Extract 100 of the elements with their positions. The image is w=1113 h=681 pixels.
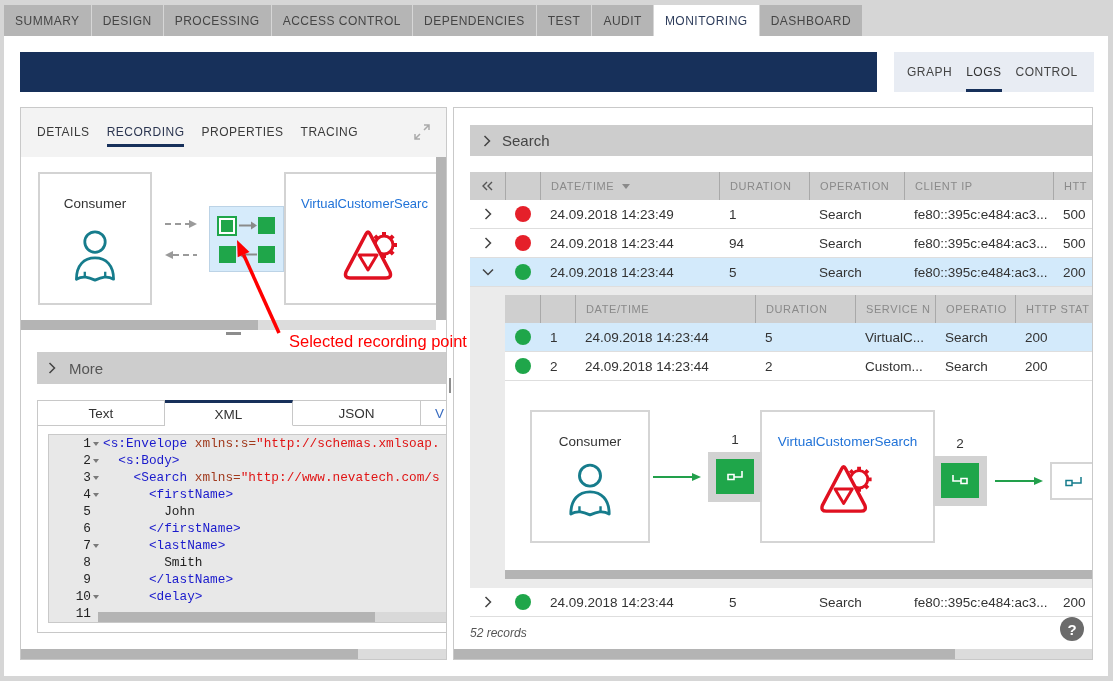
table-cell: 24.09.2018 14:23:44 xyxy=(585,329,709,345)
table-cell: 5 xyxy=(729,264,737,280)
scrollbar[interactable] xyxy=(436,157,446,320)
table-cell: 24.09.2018 14:23:44 xyxy=(550,235,674,251)
fold-arrow-icon[interactable] xyxy=(93,458,99,463)
table-row[interactable]: 24.09.2018 14:23:44 5 Search fe80::395c:e484:ac3... 200 xyxy=(470,258,1092,287)
table-cell: 500 xyxy=(1063,235,1086,251)
tab[interactable]: CONTROL xyxy=(1015,52,1078,92)
sort-arrow-icon[interactable] xyxy=(622,183,631,189)
fold-arrow-icon[interactable] xyxy=(93,594,99,599)
scrollbar-thumb[interactable] xyxy=(21,649,358,659)
tab[interactable]: GRAPH xyxy=(907,52,953,92)
tab[interactable]: ACCESS CONTROL xyxy=(271,5,412,36)
recording-point-icon[interactable] xyxy=(217,216,237,236)
tab[interactable]: DASHBOARD xyxy=(759,5,863,36)
tab[interactable]: DEPENDENCIES xyxy=(413,5,536,36)
scrollbar[interactable] xyxy=(21,649,446,659)
tab[interactable]: LOGS xyxy=(966,52,1002,92)
code-line: <delay> xyxy=(148,588,203,605)
tab[interactable]: RECORDING xyxy=(106,122,185,147)
fold-arrow-icon[interactable] xyxy=(93,543,99,548)
flow-arrow xyxy=(995,477,1043,485)
table-cell: 200 xyxy=(1063,594,1086,610)
table-row[interactable]: 2 24.09.2018 14:23:44 2 Custom... Search 200 xyxy=(505,352,1092,381)
tab[interactable]: SUMMARY xyxy=(4,5,91,36)
chevron-icon[interactable] xyxy=(483,237,492,249)
recording-point-icon[interactable] xyxy=(933,456,987,506)
tab[interactable]: PROPERTIES xyxy=(201,122,284,147)
help-button[interactable]: ? xyxy=(1060,617,1084,641)
chevron-icon[interactable] xyxy=(48,362,56,374)
tab[interactable]: TRACING xyxy=(300,122,359,147)
tab[interactable]: AUDIT xyxy=(592,5,653,36)
code-line: <Search xmlns="http://www.nevatech.com/s xyxy=(133,469,440,486)
annotation-label: Selected recording point xyxy=(289,331,467,351)
table-cell: 5 xyxy=(765,329,773,345)
code-line: <s:Body> xyxy=(118,452,180,469)
fold-arrow-icon[interactable] xyxy=(93,441,99,446)
tab[interactable]: XML xyxy=(165,400,293,426)
consumer-node[interactable]: Consumer xyxy=(530,410,650,543)
table-cell: Search xyxy=(945,358,988,374)
chevron-icon[interactable] xyxy=(483,596,492,608)
table-cell: fe80::395c:e484:ac3... xyxy=(914,594,1048,610)
scrollbar-thumb[interactable] xyxy=(21,320,258,330)
search-section-toggle[interactable]: Search xyxy=(470,125,1092,156)
splitter-handle[interactable] xyxy=(226,332,241,335)
tab[interactable]: MONITORING xyxy=(653,5,759,36)
node-title: VirtualCustomerSearc xyxy=(301,196,428,212)
scrollbar[interactable] xyxy=(505,570,1092,579)
table-cell: 1 xyxy=(729,206,737,222)
table-cell: Search xyxy=(819,235,862,251)
table-cell: Search xyxy=(945,329,988,345)
table-cell: 2 xyxy=(765,358,773,374)
more-section-toggle[interactable]: More xyxy=(37,352,446,384)
fold-arrow-icon[interactable] xyxy=(93,475,99,480)
tab[interactable]: Text xyxy=(37,400,165,426)
service-node[interactable]: VirtualCustomerSearc xyxy=(284,172,436,305)
table-row[interactable]: 1 24.09.2018 14:23:44 5 VirtualC... Search 200 xyxy=(505,323,1092,352)
line-number: 1 xyxy=(83,436,91,451)
table-cell: 94 xyxy=(729,235,745,251)
table-cell: 1 xyxy=(550,329,558,345)
tab[interactable]: DETAILS xyxy=(37,122,90,147)
scrollbar[interactable] xyxy=(21,320,436,330)
recording-point-icon[interactable] xyxy=(708,452,762,502)
table-cell: Search xyxy=(819,264,862,280)
table-cell: 24.09.2018 14:23:44 xyxy=(550,594,674,610)
fold-arrow-icon[interactable] xyxy=(93,492,99,497)
tab[interactable]: DESIGN xyxy=(91,5,163,36)
tab[interactable]: PROCESSING xyxy=(163,5,271,36)
tab[interactable]: TEST xyxy=(536,5,592,36)
line-number: 6 xyxy=(83,521,91,536)
point-label: 2 xyxy=(956,436,964,452)
endpoint-node[interactable] xyxy=(1050,462,1092,500)
table-cell: 24.09.2018 14:23:44 xyxy=(550,264,674,280)
scrollbar[interactable] xyxy=(454,649,1092,659)
chevron-icon[interactable] xyxy=(481,268,494,276)
table-cell: fe80::395c:e484:ac3... xyxy=(914,264,1048,280)
table-cell: fe80::395c:e484:ac3... xyxy=(914,235,1048,251)
scrollbar-thumb[interactable] xyxy=(454,649,955,659)
consumer-node[interactable]: Consumer xyxy=(38,172,152,305)
scrollbar-thumb[interactable] xyxy=(98,612,375,622)
node-title: Consumer xyxy=(558,434,622,450)
code-line: <s:Envelope xmlns:s="http://schemas.xmlsoap. xyxy=(103,435,440,452)
table-cell: Search xyxy=(819,206,862,222)
scrollbar[interactable] xyxy=(98,612,446,622)
dashed-arrow-icon xyxy=(165,219,197,229)
double-chevron-icon[interactable] xyxy=(482,181,493,191)
table-cell: Search xyxy=(819,594,862,610)
line-number: 3 xyxy=(83,470,91,485)
chevron-icon[interactable] xyxy=(483,208,492,220)
line-number: 4 xyxy=(83,487,91,502)
table-cell: 200 xyxy=(1025,358,1048,374)
expand-icon[interactable] xyxy=(413,123,431,141)
node-title: VirtualCustomerSearch xyxy=(777,434,918,450)
table-cell: 5 xyxy=(729,594,737,610)
splitter-handle[interactable] xyxy=(449,378,451,393)
chevron-icon[interactable] xyxy=(483,134,491,147)
service-node[interactable]: VirtualCustomerSearch xyxy=(760,410,935,543)
line-number: 2 xyxy=(83,453,91,468)
node-title: Consumer xyxy=(63,196,127,212)
tab[interactable]: JSON xyxy=(293,400,421,426)
